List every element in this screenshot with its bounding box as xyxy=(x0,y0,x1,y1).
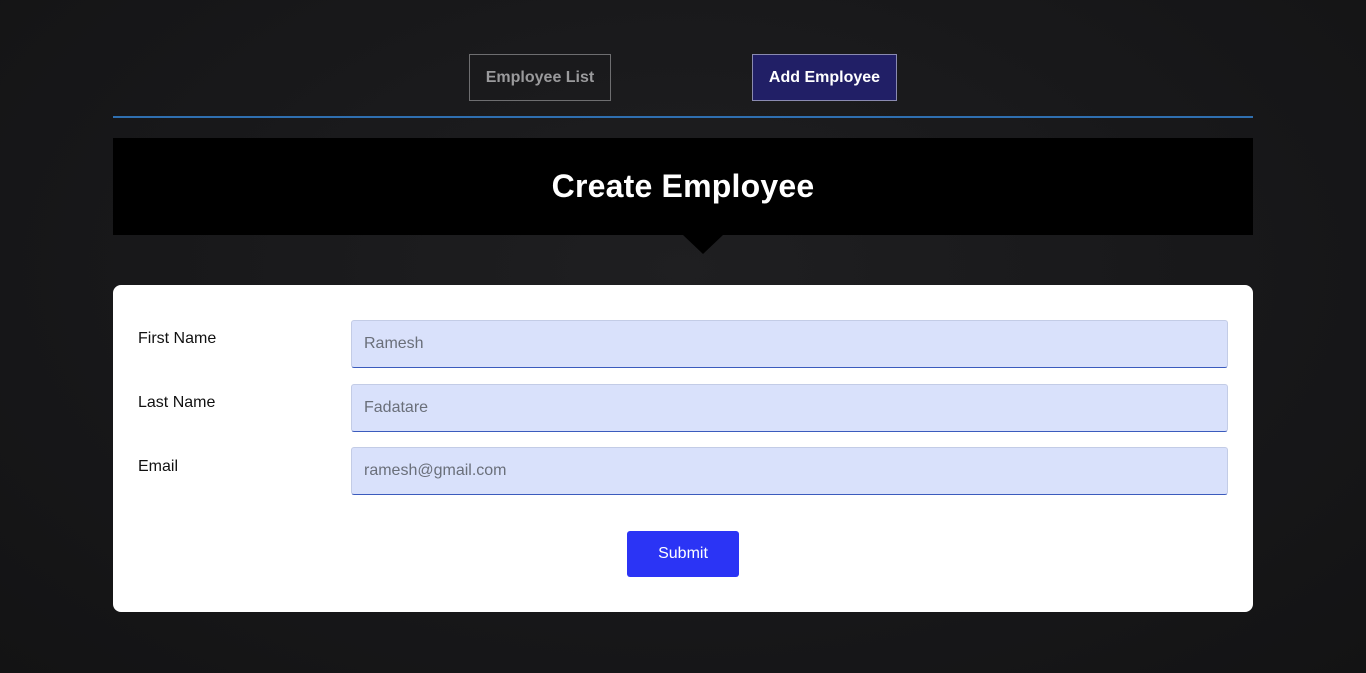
last-name-label: Last Name xyxy=(138,394,216,411)
top-nav: Employee List Add Employee xyxy=(0,0,1366,118)
last-name-field[interactable] xyxy=(351,384,1228,432)
email-label: Email xyxy=(138,458,179,475)
first-name-label: First Name xyxy=(138,330,217,347)
employee-form: First Name Last Name Email Submit xyxy=(113,285,1253,612)
submit-button[interactable]: Submit xyxy=(627,531,739,577)
first-name-field[interactable] xyxy=(351,320,1228,368)
email-field[interactable] xyxy=(351,447,1228,495)
page-banner: Create Employee xyxy=(113,138,1253,235)
employee-list-button[interactable]: Employee List xyxy=(469,54,611,101)
banner-pointer xyxy=(683,235,723,254)
nav-divider xyxy=(113,116,1253,118)
page-title: Create Employee xyxy=(551,168,815,204)
add-employee-button[interactable]: Add Employee xyxy=(752,54,897,101)
